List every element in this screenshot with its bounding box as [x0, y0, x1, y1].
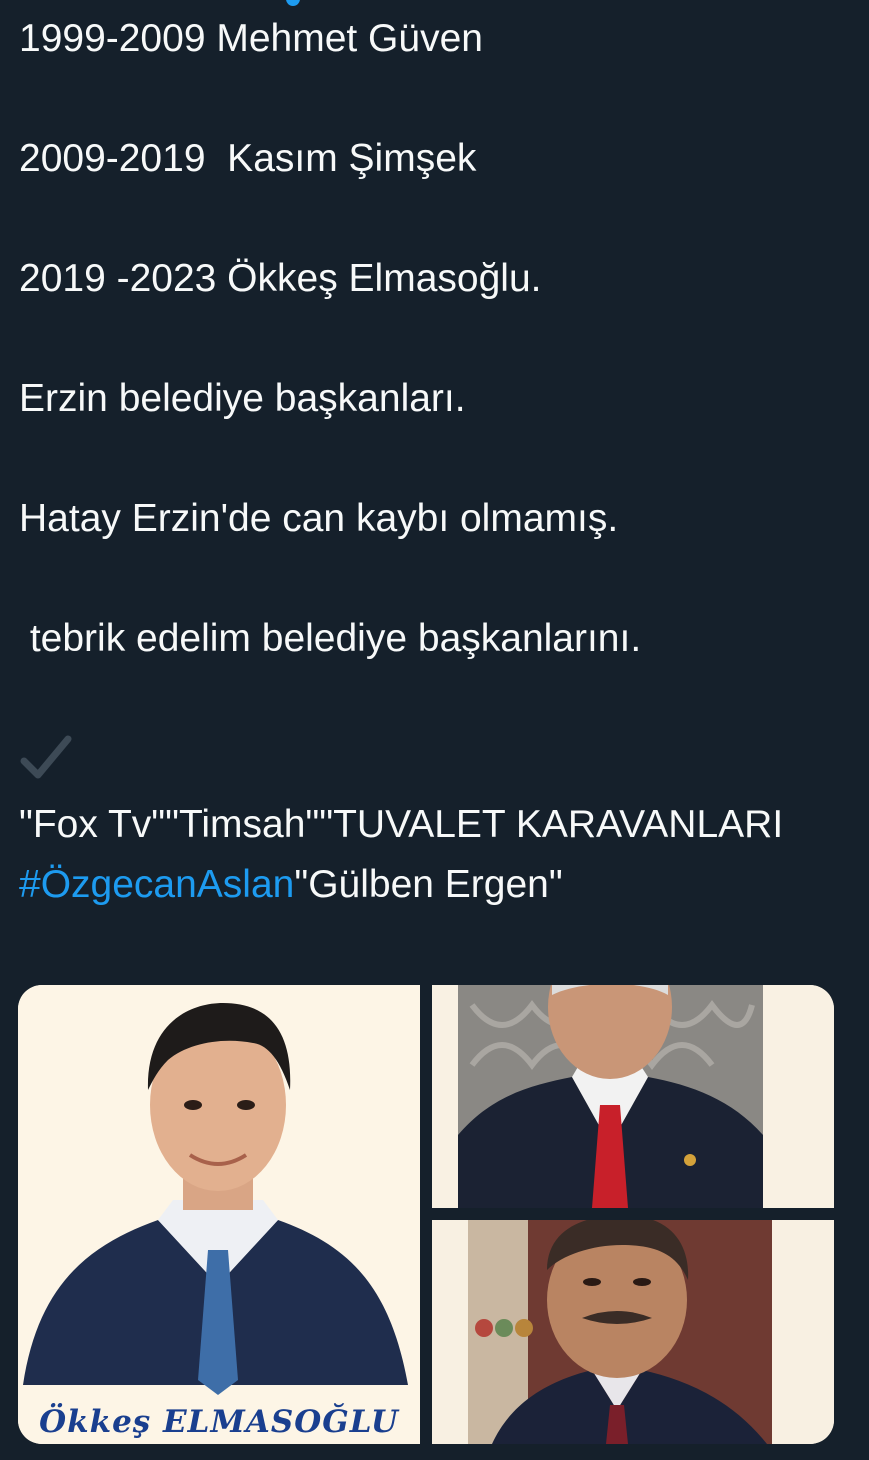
quote-text-after: "Gülben Ergen" [294, 863, 563, 906]
tweet-line: 2009-2019 Kasım Şimşek [19, 137, 477, 180]
photo-mayor-left[interactable]: Ökkeş ELMASOĞLU [18, 985, 420, 1444]
check-icon [20, 735, 72, 779]
hashtag-link[interactable]: #ÖzgecanAslan [19, 863, 294, 906]
photo-mayor-bottom-right[interactable] [432, 1220, 834, 1444]
photo-caption: Ökkeş ELMASOĞLU [39, 1404, 399, 1440]
portrait-illustration [18, 985, 420, 1444]
tweet-line: Hatay Erzin'de can kaybı olmamış. [19, 497, 619, 540]
portrait-illustration [432, 985, 834, 1208]
quote-text-before: "Fox Tv""Timsah""TUVALET KARAVANLARI [19, 803, 784, 846]
tweet-line: 2019 -2023 Ökkeş Elmasoğlu. [19, 257, 542, 300]
tweet-line: 1999-2009 Mehmet Güven [19, 17, 483, 60]
tweet-line: tebrik edelim belediye başkanlarını. [19, 617, 642, 660]
avatar-edge-icon [286, 0, 300, 6]
photo-mayor-top-right[interactable] [432, 985, 834, 1208]
portrait-illustration [432, 1220, 834, 1444]
media-grid: Ökkeş ELMASOĞLU [18, 985, 834, 1444]
tweet-line: Erzin belediye başkanları. [19, 377, 466, 420]
quoted-text: "Fox Tv""Timsah""TUVALET KARAVANLARI #Öz… [19, 795, 849, 915]
